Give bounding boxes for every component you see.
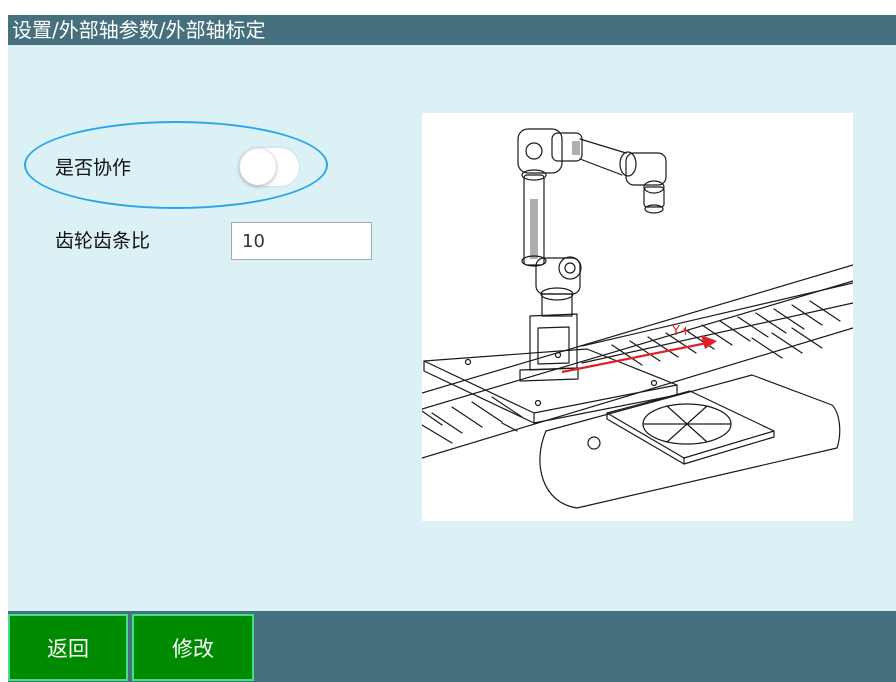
edit-button[interactable]: 修改: [132, 614, 254, 681]
cooperation-label: 是否协作: [55, 157, 132, 179]
axis-label: Y+: [671, 324, 691, 339]
gear-ratio-label: 齿轮齿条比: [55, 230, 151, 252]
back-button[interactable]: 返回: [8, 614, 128, 681]
toggle-knob: [240, 149, 276, 185]
page-title: 设置/外部轴参数/外部轴标定: [8, 15, 896, 45]
robot-rail-illustration: Y+: [422, 113, 853, 521]
gear-ratio-input[interactable]: [231, 222, 372, 260]
cooperation-toggle[interactable]: [239, 148, 299, 186]
